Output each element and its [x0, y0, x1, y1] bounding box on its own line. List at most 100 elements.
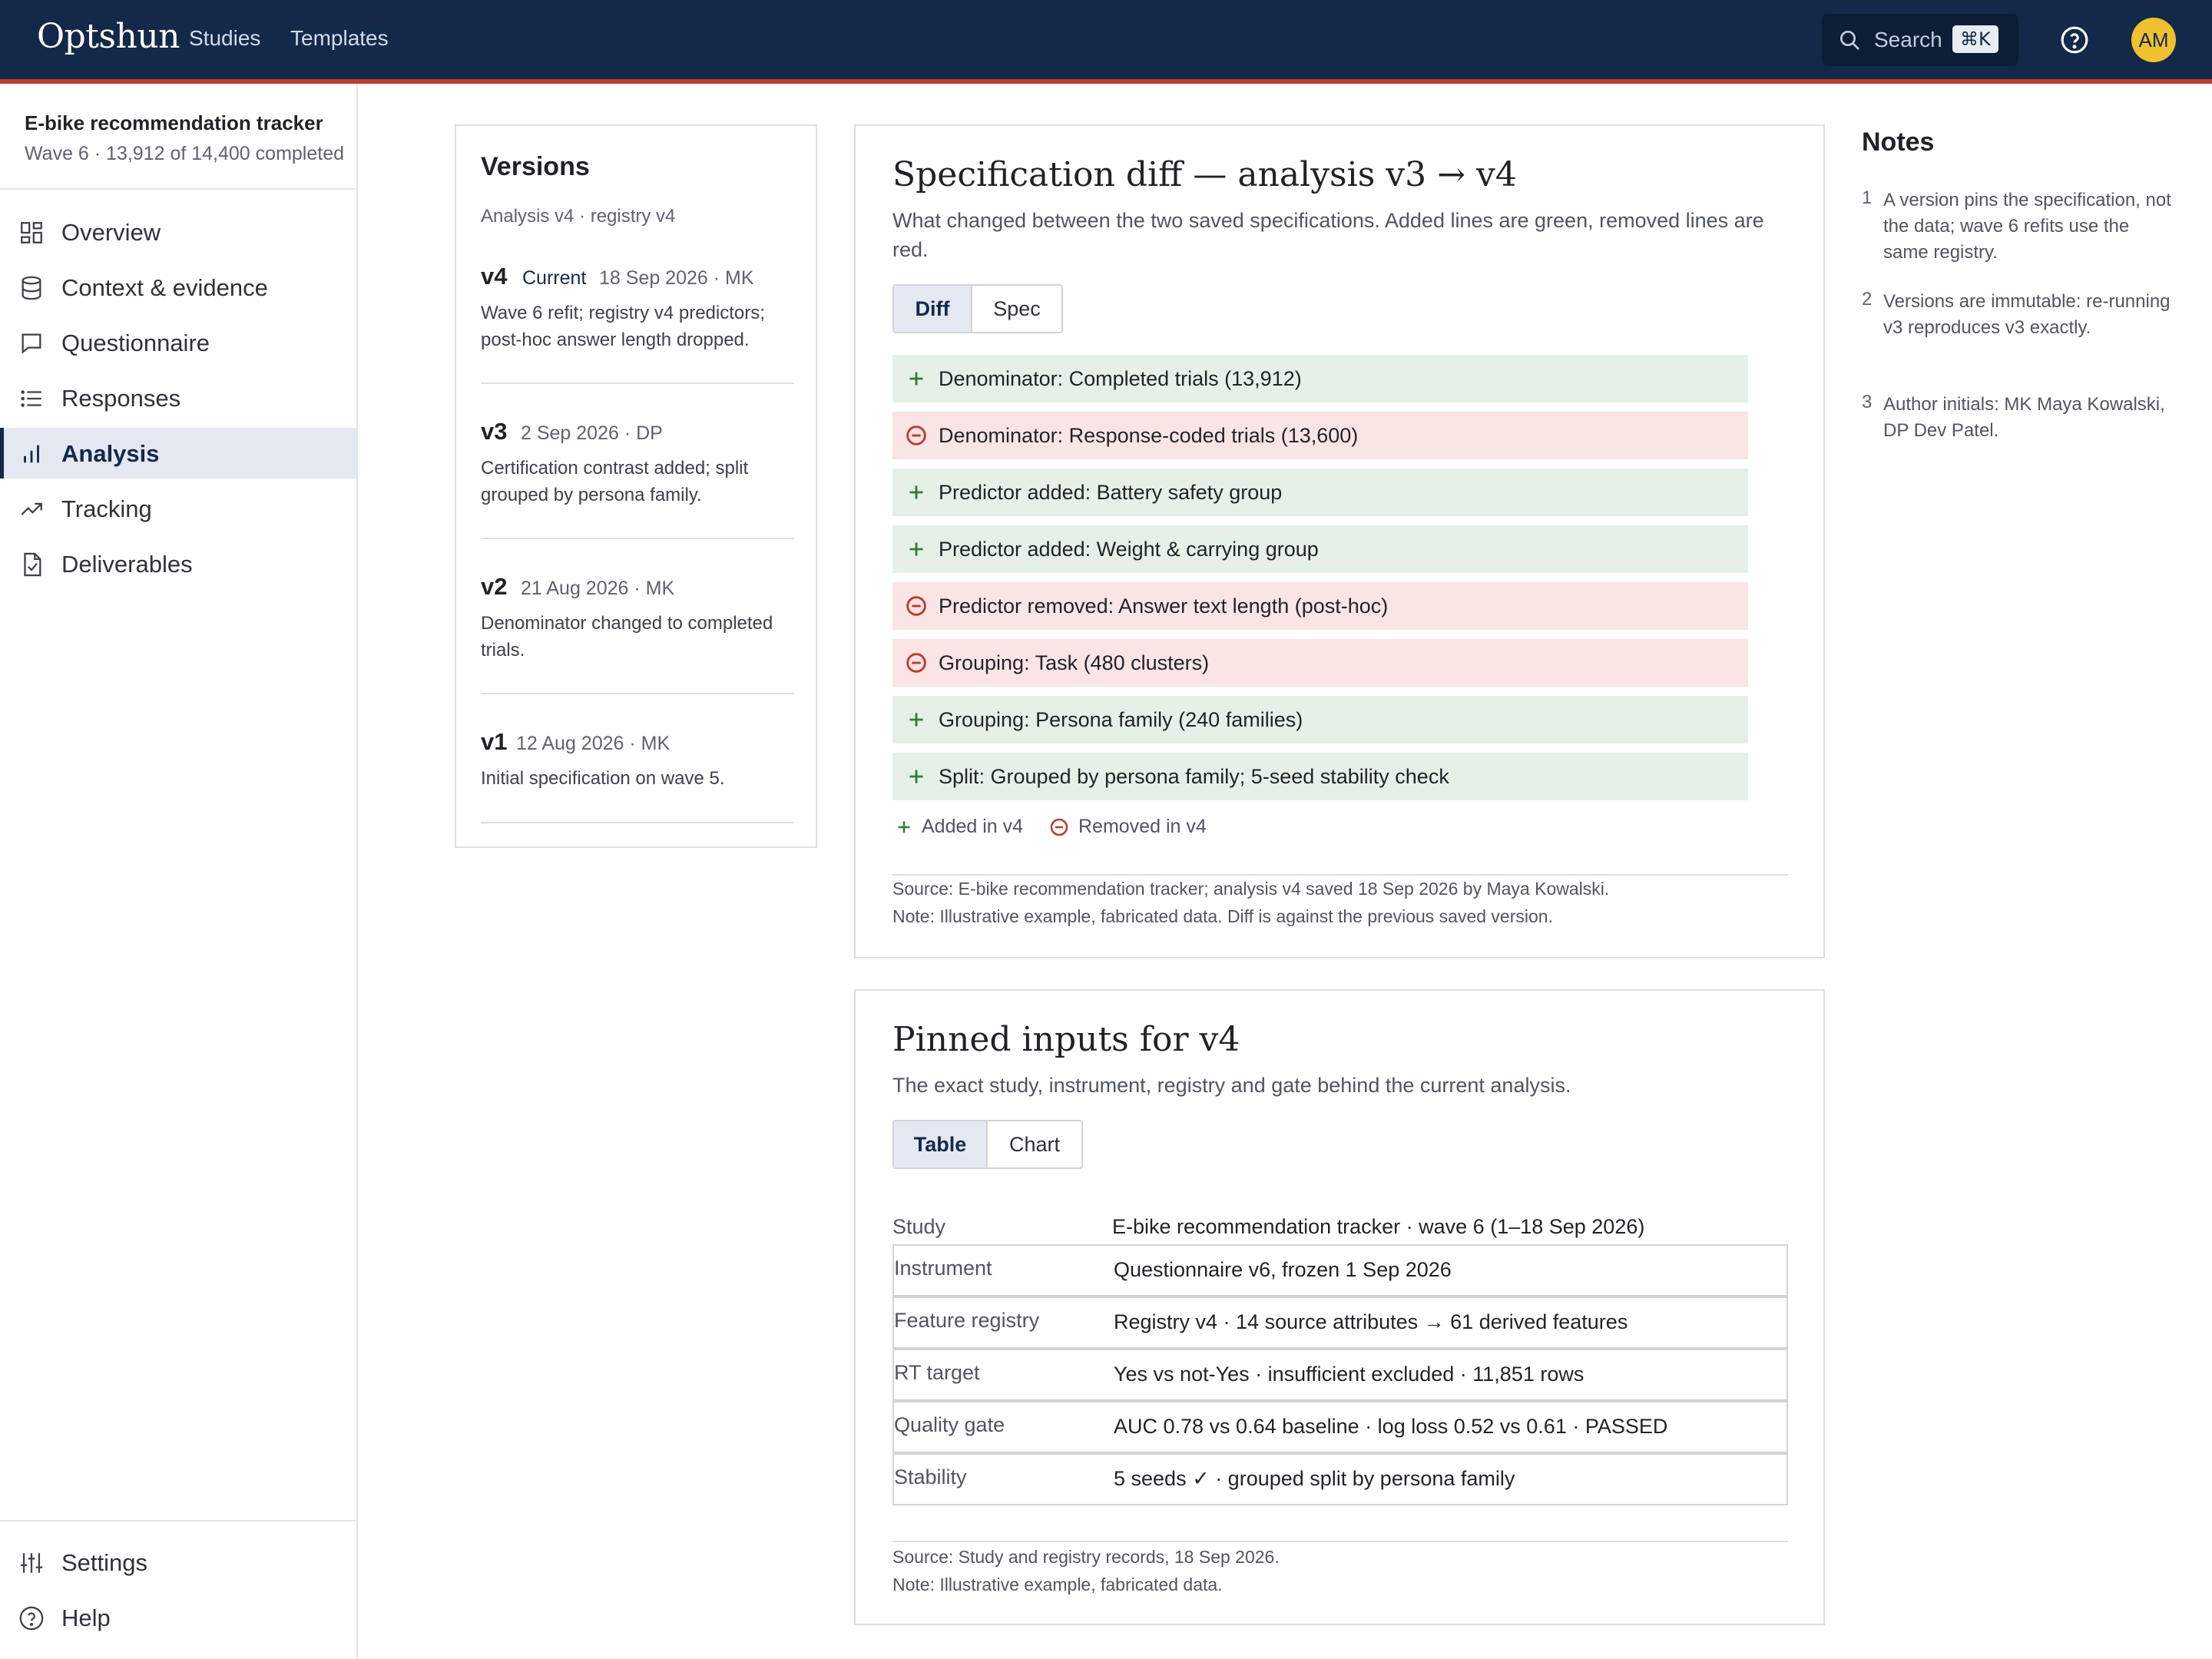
tab-table[interactable]: Table — [894, 1121, 988, 1167]
sidebar-item-label: Deliverables — [61, 551, 193, 578]
version-divider — [481, 538, 794, 539]
note-text: A version pins the specification, not th… — [1883, 190, 2171, 263]
version-description: Certification contrast added; split grou… — [481, 458, 749, 505]
sidebar-item-context[interactable]: Context & evidence — [0, 262, 356, 313]
search-label: Search — [1874, 28, 1942, 51]
diff-row-added: Predictor added: Battery safety group — [892, 469, 1748, 516]
versions-title: Versions — [481, 152, 590, 181]
pinned-view-toggle: Table Chart — [892, 1120, 1083, 1169]
pinned-title: Pinned inputs for v4 — [892, 1020, 1240, 1059]
sidebar-item-label: Responses — [61, 385, 181, 412]
footer-divider — [892, 1541, 1788, 1542]
version-divider — [481, 382, 794, 384]
pinned-subtitle: The exact study, instrument, registry an… — [892, 1074, 1571, 1097]
pinned-value: Registry v4 · 14 source attributes → 61 … — [1114, 1310, 1628, 1333]
version-number: v3 — [481, 418, 508, 445]
sidebar-item-label: Settings — [61, 1549, 148, 1576]
minus-circle-icon — [906, 426, 926, 445]
plus-icon — [909, 485, 923, 499]
sidebar-item-help[interactable]: Help — [0, 1592, 356, 1643]
grid-icon — [21, 222, 42, 243]
diff-subtitle: What changed between the two saved speci… — [892, 209, 1764, 261]
search-shortcut: ⌘K — [1952, 25, 1998, 53]
bar-chart-icon — [24, 445, 39, 463]
diff-row-added: Split: Grouped by persona family; 5-seed… — [892, 753, 1748, 800]
legend-removed: Removed in v4 — [1078, 816, 1207, 837]
diff-legend: Added in v4 Removed in v4 — [892, 813, 1353, 843]
version-description: Wave 6 refit; registry v4 predictors; po… — [481, 303, 765, 350]
version-meta: 18 Sep 2026 · MK — [599, 267, 754, 289]
diff-row-added: Denominator: Completed trials (13,912) — [892, 355, 1748, 402]
plus-icon — [909, 770, 923, 783]
sidebar-item-tracking[interactable]: Tracking — [0, 483, 356, 534]
pinned-inputs-panel: Pinned inputs for v4 The exact study, in… — [854, 989, 1825, 1625]
note-number: 3 — [1862, 392, 1873, 412]
tab-chart[interactable]: Chart — [988, 1121, 1081, 1167]
diff-row-text: Grouping: Persona family (240 families) — [939, 708, 1303, 731]
diff-row-removed: Denominator: Response-coded trials (13,6… — [892, 412, 1748, 459]
app-logo[interactable]: Optshun — [37, 17, 180, 56]
legend-added: Added in v4 — [922, 816, 1024, 837]
pinned-value: AUC 0.78 vs 0.64 baseline · log loss 0.5… — [1114, 1415, 1668, 1438]
plus-icon — [898, 821, 910, 833]
sidebar-item-label: Help — [61, 1604, 111, 1631]
tab-diff[interactable]: Diff — [894, 286, 972, 332]
trending-icon — [21, 502, 42, 515]
version-divider — [481, 693, 794, 694]
tab-spec[interactable]: Spec — [972, 286, 1061, 332]
sidebar-item-label: Context & evidence — [61, 274, 268, 301]
plus-icon — [909, 713, 923, 727]
diff-row-text: Denominator: Completed trials (13,912) — [939, 367, 1302, 390]
diff-row-text: Split: Grouped by persona family; 5-seed… — [939, 765, 1449, 788]
avatar[interactable]: AM — [2131, 18, 2176, 62]
pinned-note: Note: Illustrative example, fabricated d… — [892, 1575, 1223, 1594]
sidebar-item-responses[interactable]: Responses — [0, 373, 356, 423]
minus-circle-icon — [1050, 818, 1068, 836]
minus-circle-icon — [906, 596, 926, 616]
sidebar: E-bike recommendation tracker Wave 6 · 1… — [0, 84, 358, 1659]
diff-row-removed: Grouping: Task (480 clusters) — [892, 639, 1748, 687]
pinned-value: Questionnaire v6, frozen 1 Sep 2026 — [1114, 1258, 1452, 1281]
version-meta: 21 Aug 2026 · MK — [521, 578, 675, 599]
diff-note: Note: Illustrative example, fabricated d… — [892, 906, 1553, 926]
pinned-value: 5 seeds ✓ · grouped split by persona fam… — [1114, 1467, 1515, 1490]
sidebar-divider-bottom — [0, 1520, 356, 1522]
sidebar-item-analysis[interactable]: Analysis — [0, 428, 356, 478]
version-item-v4[interactable]: v4 Current 18 Sep 2026 · MK Wave 6 refit… — [481, 263, 794, 350]
sidebar-item-overview[interactable]: Overview — [0, 207, 356, 257]
pinned-key: Stability — [894, 1465, 967, 1488]
version-item-v2[interactable]: v2 21 Aug 2026 · MK Denominator changed … — [481, 573, 794, 661]
sidebar-item-settings[interactable]: Settings — [0, 1537, 356, 1588]
note-text: Author initials: MK Maya Kowalski, DP De… — [1883, 394, 2165, 441]
sliders-icon — [20, 1553, 43, 1573]
current-badge: Current — [522, 267, 587, 289]
version-number: v1 — [481, 728, 508, 755]
sidebar-item-label: Analysis — [61, 440, 160, 467]
sidebar-item-questionnaire[interactable]: Questionnaire — [0, 317, 356, 368]
help-circle-icon[interactable] — [2060, 25, 2089, 55]
version-meta: 12 Aug 2026 · MK — [516, 733, 671, 754]
top-bar: Optshun Studies Templates Search ⌘K AM — [0, 0, 2212, 79]
version-item-v1[interactable]: v1 12 Aug 2026 · MK Initial specificatio… — [481, 728, 794, 789]
pinned-row: Quality gate AUC 0.78 vs 0.64 baseline ·… — [892, 1401, 1788, 1453]
pinned-value: E-bike recommendation tracker · wave 6 (… — [1112, 1215, 1645, 1238]
pinned-row: Feature registry Registry v4 · 14 source… — [892, 1296, 1788, 1349]
diff-row-text: Predictor removed: Answer text length (p… — [939, 594, 1389, 618]
version-divider — [481, 822, 794, 823]
diff-row-text: Predictor added: Battery safety group — [939, 481, 1283, 504]
search-box[interactable]: Search ⌘K — [1822, 14, 2018, 66]
sidebar-item-label: Tracking — [61, 495, 152, 522]
pinned-key: RT target — [894, 1361, 980, 1384]
nav-templates[interactable]: Templates — [290, 26, 389, 51]
diff-row-text: Grouping: Task (480 clusters) — [939, 651, 1210, 674]
diff-source: Source: E-bike recommendation tracker; a… — [892, 879, 1610, 899]
versions-panel: Versions Analysis v4 · registry v4 v4 Cu… — [455, 124, 817, 848]
plus-icon — [909, 542, 923, 556]
pinned-key: Feature registry — [894, 1309, 1040, 1332]
list-icon — [21, 390, 41, 407]
version-item-v3[interactable]: v3 2 Sep 2026 · DP Certification contras… — [481, 418, 794, 505]
help-icon — [19, 1606, 44, 1631]
nav-studies[interactable]: Studies — [189, 26, 260, 51]
sidebar-item-deliverables[interactable]: Deliverables — [0, 538, 356, 589]
project-subtitle: Wave 6 · 13,912 of 14,400 completed — [25, 143, 345, 164]
